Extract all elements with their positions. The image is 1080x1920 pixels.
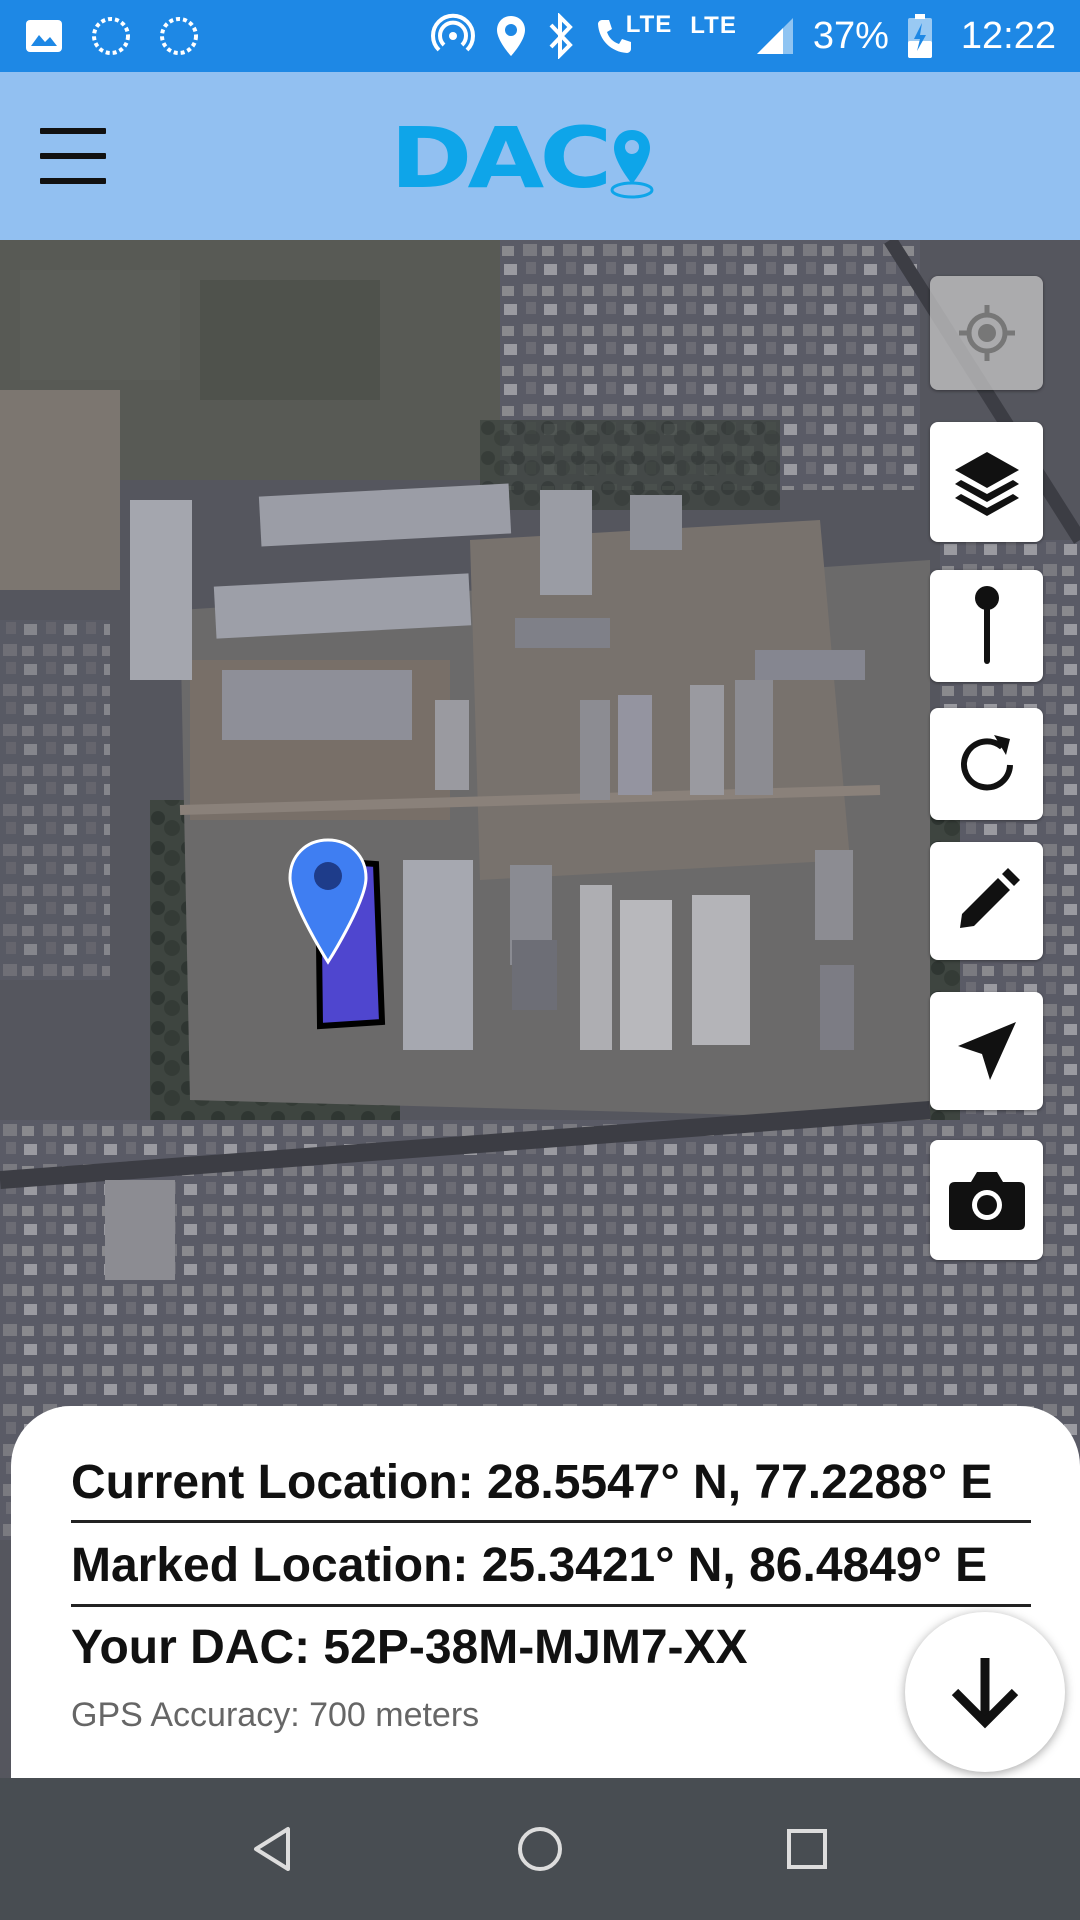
status-bar: LTE LTE 37% 12:22 xyxy=(0,0,1080,72)
dac-code-text[interactable]: Your DAC: 52P-38M-MJM7-XX xyxy=(71,1616,1031,1680)
status-bar-left xyxy=(24,15,200,57)
signal-icon xyxy=(755,16,795,56)
volte-call-icon: LTE xyxy=(594,11,673,56)
arrow-down-icon xyxy=(951,1658,1019,1729)
clock: 12:22 xyxy=(960,14,1056,57)
refresh-button[interactable] xyxy=(930,708,1043,820)
map-pin-icon[interactable] xyxy=(286,836,370,966)
my-location-icon xyxy=(958,305,1015,361)
layers-icon xyxy=(954,452,1019,516)
system-nav-bar xyxy=(0,1778,1080,1920)
app-bar: DAC xyxy=(0,72,1080,240)
volte-label: LTE xyxy=(625,11,673,38)
gps-accuracy-text: GPS Accuracy: 700 meters xyxy=(71,1696,480,1734)
current-location-text: Current Location: 28.5547° N, 77.2288° E xyxy=(71,1452,1031,1523)
home-button[interactable] xyxy=(510,1819,570,1879)
refresh-icon xyxy=(960,735,1013,791)
my-location-button[interactable] xyxy=(930,276,1043,390)
hamburger-menu-icon[interactable] xyxy=(40,128,106,184)
app-logo: DAC xyxy=(390,110,656,200)
camera-icon xyxy=(948,1172,1025,1230)
location-icon xyxy=(494,14,528,58)
bluetooth-icon xyxy=(546,13,576,59)
back-button[interactable] xyxy=(243,1819,303,1879)
edit-button[interactable] xyxy=(930,842,1043,960)
navigation-icon xyxy=(957,1022,1016,1080)
pencil-icon xyxy=(959,868,1020,928)
recents-icon xyxy=(786,1829,827,1869)
loading-icon xyxy=(90,15,132,57)
loading-icon xyxy=(158,15,200,57)
back-icon xyxy=(254,1827,291,1871)
status-bar-right: LTE LTE 37% 12:22 xyxy=(430,11,1056,59)
battery-percent: 37% xyxy=(812,14,889,57)
camera-button[interactable] xyxy=(930,1140,1043,1260)
hotspot-icon xyxy=(430,13,476,59)
logo-pin-icon xyxy=(610,130,654,199)
pin-icon xyxy=(974,586,999,664)
gallery-icon xyxy=(24,16,64,56)
lte-label: LTE xyxy=(690,12,737,39)
lte-signal-icon: LTE xyxy=(690,12,737,40)
battery-charging-icon xyxy=(907,13,933,59)
recents-button[interactable] xyxy=(777,1819,837,1879)
collapse-card-button[interactable] xyxy=(905,1612,1065,1772)
marked-location-text: Marked Location: 25.3421° N, 86.4849° E xyxy=(71,1534,1031,1607)
navigate-button[interactable] xyxy=(930,992,1043,1110)
logo-text: DAC xyxy=(390,109,612,207)
pin-button[interactable] xyxy=(930,570,1043,682)
layers-button[interactable] xyxy=(930,422,1043,542)
home-icon xyxy=(517,1827,562,1871)
